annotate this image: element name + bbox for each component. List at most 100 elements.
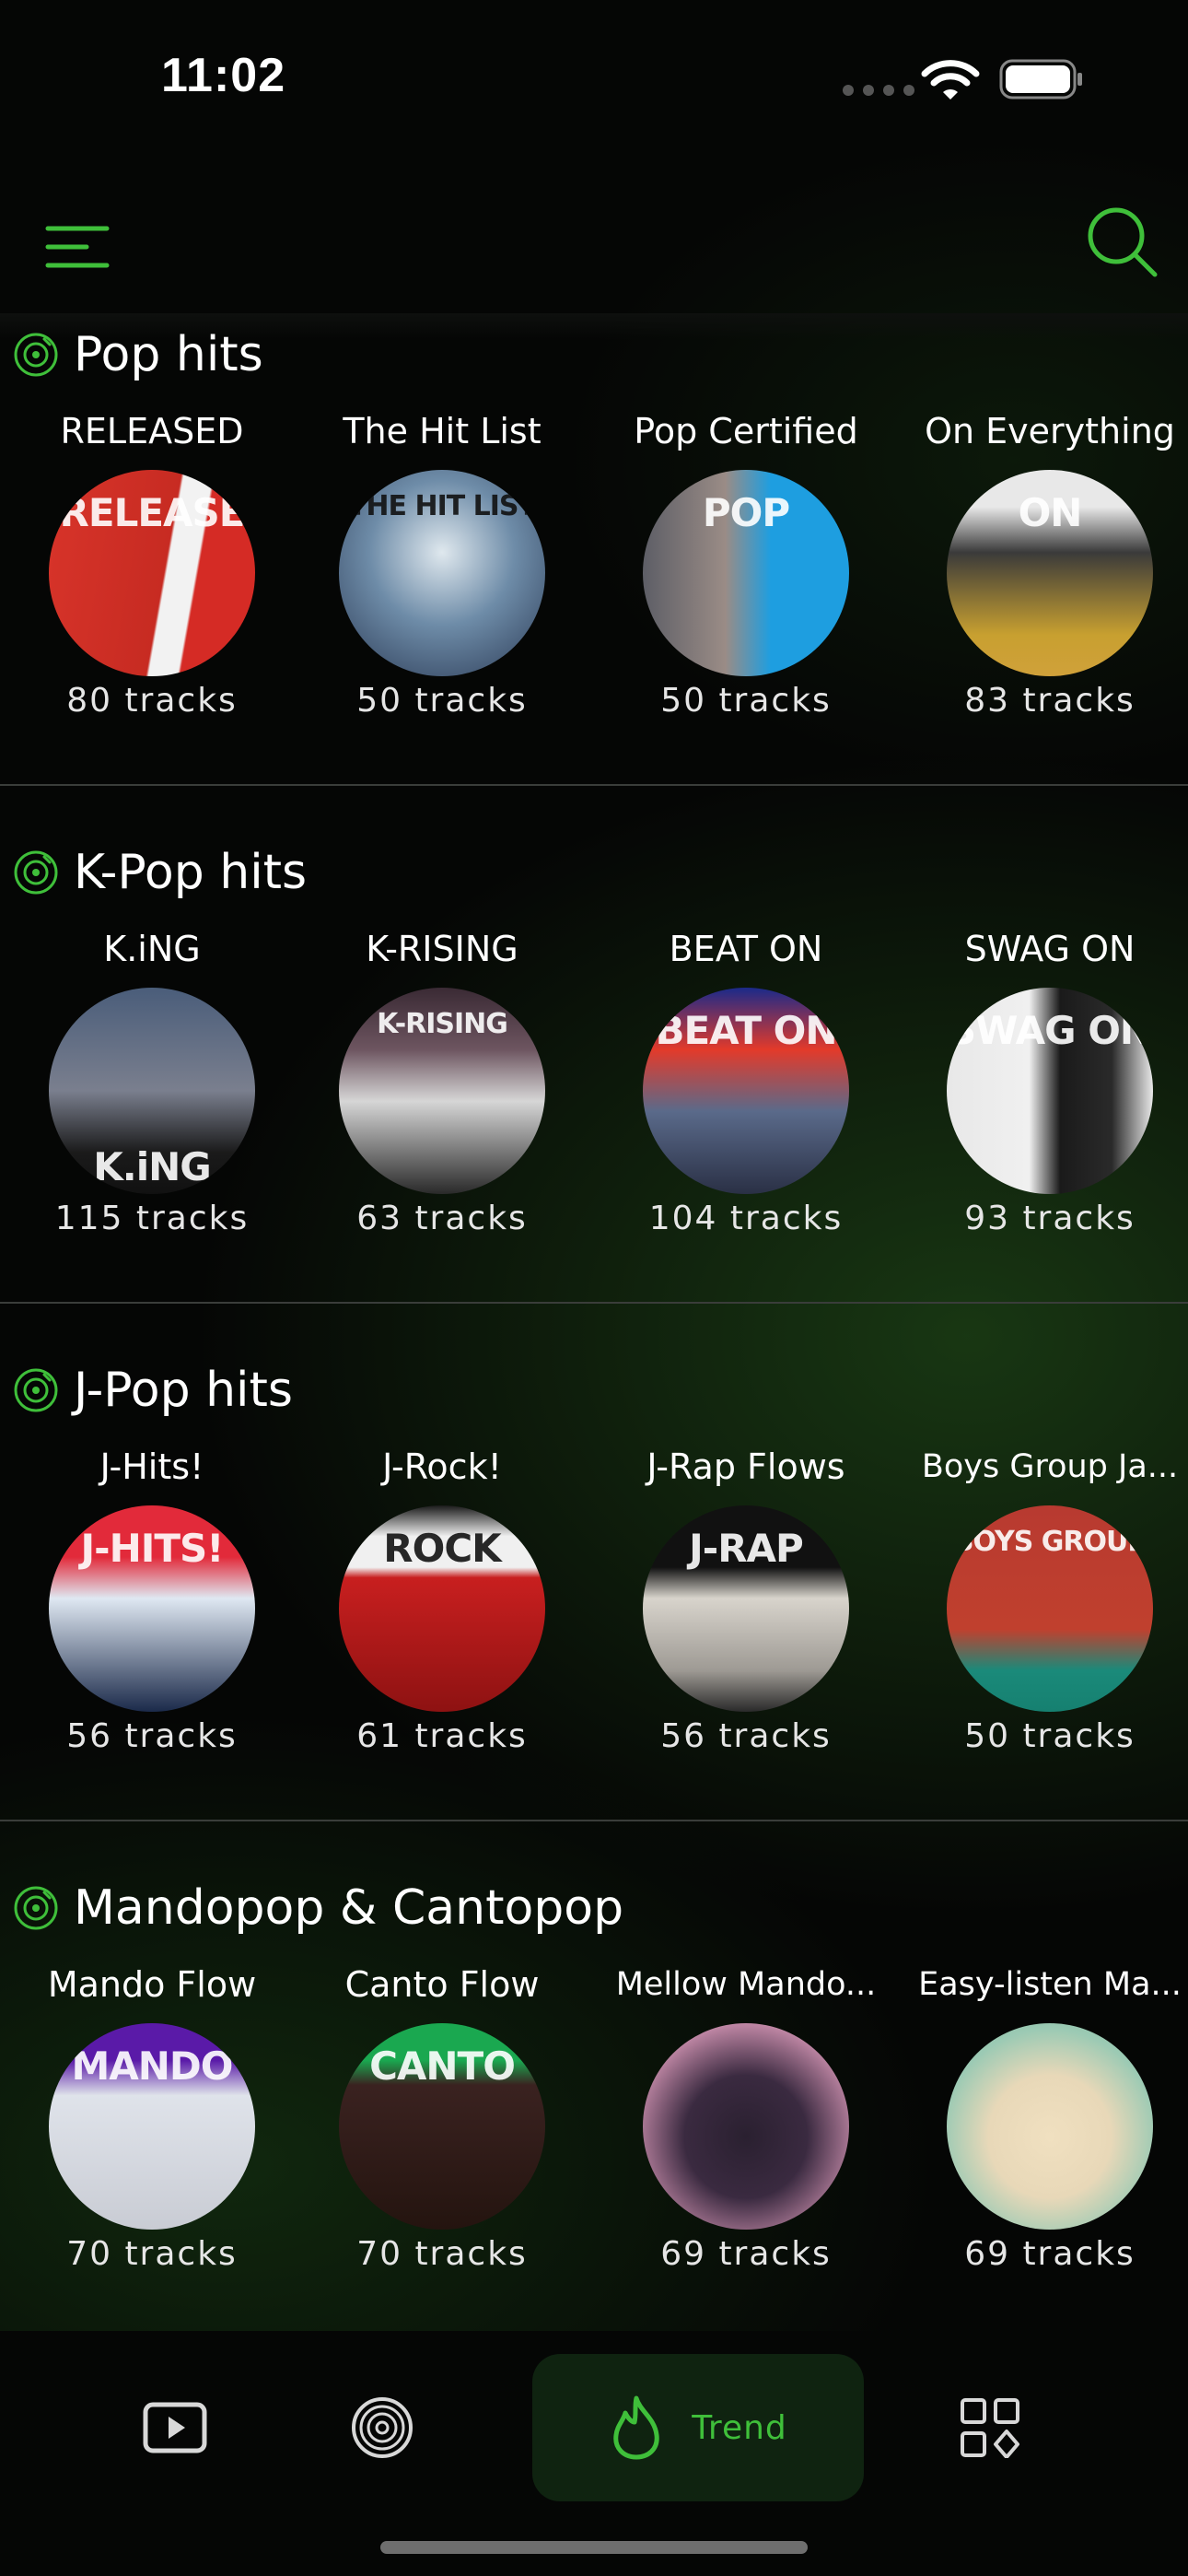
section-divider [0, 1302, 1188, 1304]
section-k-pop-hits: K-Pop hits K.iNG K.iNG 115 tracks K-RISING K-… [0, 831, 1188, 1349]
section-divider [0, 1820, 1188, 1821]
section-header: Mandopop & Cantopop [13, 1876, 623, 1940]
playlist-cover-image [643, 2023, 849, 2230]
playlist-name: Easy-listen Ma... [918, 1966, 1182, 2003]
playlist-cover-image: J-RAP [643, 1505, 849, 1712]
playlist-track-count: 83 tracks [964, 682, 1136, 720]
cover-art-lettering: J-HITS! [80, 1526, 225, 1571]
playlist-cover-image: K-RISING [339, 988, 545, 1194]
playlist-card[interactable]: J-Hits! J-HITS! 56 tracks [0, 1441, 304, 1755]
playlist-card[interactable]: SWAG ON SWAG ON 93 tracks [898, 923, 1188, 1237]
playlist-cover-image [947, 2023, 1153, 2230]
wifi-icon [921, 60, 980, 100]
playlist-card[interactable]: The Hit List THE HIT LIST 50 tracks [290, 405, 594, 720]
cover-art-lettering: J-RAP [689, 1526, 804, 1571]
playlist-cover-image: J-HITS! [49, 1505, 255, 1712]
section-header: K-Pop hits [13, 840, 307, 905]
playlist-name: K-RISING [366, 929, 518, 969]
playlist-card[interactable]: Boys Group Ja... BOYS GROUP 50 tracks [898, 1441, 1188, 1755]
playlist-cover-image: POP [643, 470, 849, 676]
playlist-cover-image: SWAG ON [947, 988, 1153, 1194]
playlist-cover-image: RELEASE [49, 470, 255, 676]
playlist-track-count: 50 tracks [356, 682, 528, 720]
menu-lines-icon[interactable] [44, 219, 111, 275]
playlist-cover-image: ON [947, 470, 1153, 676]
cover-art-lettering: K.iNG [93, 1144, 212, 1189]
flame-icon [613, 2395, 659, 2460]
playlist-cover-image: THE HIT LIST [339, 470, 545, 676]
cover-art-lettering: RELEASE [59, 490, 246, 535]
playlist-name: J-Rock! [382, 1446, 502, 1487]
playlist-cover-image: BOYS GROUP [947, 1505, 1153, 1712]
playlist-track-count: 115 tracks [54, 1200, 250, 1237]
playlist-card[interactable]: RELEASED RELEASE 80 tracks [0, 405, 304, 720]
playlist-track-count: 70 tracks [356, 2235, 528, 2273]
cover-art-lettering: SWAG ON [948, 1008, 1152, 1053]
playlist-name: BEAT ON [669, 929, 823, 969]
tab-trend-label: Trend [692, 2408, 787, 2447]
playlist-name: On Everything [925, 411, 1175, 451]
section-header: J-Pop hits [13, 1358, 293, 1423]
playlist-track-count: 56 tracks [66, 1717, 238, 1755]
playlist-card[interactable]: Mellow Mando... 69 tracks [594, 1959, 898, 2273]
playlist-cover-image: CANTO [339, 2023, 545, 2230]
top-app-bar [0, 184, 1188, 313]
playlist-cover-image: K.iNG [49, 988, 255, 1194]
playlist-card[interactable]: Easy-listen Ma... 69 tracks [898, 1959, 1188, 2273]
section-title: Pop hits [74, 327, 263, 382]
playlist-card[interactable]: J-Rock! ROCK 61 tracks [290, 1441, 594, 1755]
tab-videos[interactable] [129, 2354, 221, 2501]
playlist-cover-image: BEAT ON [643, 988, 849, 1194]
vinyl-disc-icon [14, 1886, 58, 1930]
section-title: J-Pop hits [74, 1363, 293, 1418]
vinyl-disc-icon [14, 850, 58, 895]
cellular-signal-icon [843, 85, 914, 96]
playlist-track-count: 80 tracks [66, 682, 238, 720]
playlist-card[interactable]: Canto Flow CANTO 70 tracks [290, 1959, 594, 2273]
playlist-track-count: 70 tracks [66, 2235, 238, 2273]
playlist-card[interactable]: K-RISING K-RISING 63 tracks [290, 923, 594, 1237]
cover-art-lettering: THE HIT LIST [347, 490, 537, 522]
section-pop-hits: Pop hits RELEASED RELEASE 80 tracks The Hit … [0, 313, 1188, 831]
playlist-track-count: 50 tracks [964, 1717, 1136, 1755]
tab-discs[interactable] [336, 2354, 428, 2501]
playlist-track-count: 93 tracks [964, 1200, 1136, 1237]
playlist-track-count: 69 tracks [660, 2235, 832, 2273]
playlist-name: Pop Certified [634, 411, 858, 451]
playlist-card[interactable]: BEAT ON BEAT ON 104 tracks [594, 923, 898, 1237]
playlist-name: The Hit List [343, 411, 542, 451]
playlist-card[interactable]: Pop Certified POP 50 tracks [594, 405, 898, 720]
grid-shapes-icon [961, 2398, 1019, 2458]
section-title: Mandopop & Cantopop [74, 1880, 624, 1936]
playlist-card[interactable]: J-Rap Flows J-RAP 56 tracks [594, 1441, 898, 1755]
cover-art-lettering: POP [702, 490, 790, 535]
battery-icon [999, 59, 1082, 100]
playlist-card[interactable]: On Everything ON 83 tracks [898, 405, 1188, 720]
playlist-name: Mellow Mando... [615, 1966, 877, 2003]
playlist-card[interactable]: Mando Flow MANDO 70 tracks [0, 1959, 304, 2273]
playlist-track-count: 56 tracks [660, 1717, 832, 1755]
cover-art-lettering: CANTO [369, 2043, 516, 2089]
vinyl-disc-icon [14, 1368, 58, 1412]
section-mandopop-cantopop: Mandopop & Cantopop Mando Flow MANDO 70 tra… [0, 1867, 1188, 2384]
bottom-navigation: Trend [0, 2331, 1188, 2576]
cover-art-lettering: BEAT ON [655, 1008, 837, 1053]
tab-trend[interactable]: Trend [532, 2354, 864, 2501]
vinyl-disc-icon [14, 333, 58, 377]
tab-more[interactable] [944, 2354, 1036, 2501]
cover-art-lettering: BOYS GROUP [952, 1526, 1148, 1558]
playlist-track-count: 61 tracks [356, 1717, 528, 1755]
playlist-name: J-Rap Flows [646, 1446, 845, 1487]
playlist-name: Canto Flow [344, 1964, 540, 2005]
playlist-name: K.iNG [103, 929, 201, 969]
section-divider [0, 784, 1188, 786]
home-indicator[interactable] [380, 2541, 808, 2554]
playlist-name: J-Hits! [99, 1446, 204, 1487]
playlist-card[interactable]: K.iNG K.iNG 115 tracks [0, 923, 304, 1237]
playlist-name: Mando Flow [47, 1964, 257, 2005]
cover-art-lettering: ROCK [383, 1526, 501, 1571]
playlist-track-count: 104 tracks [648, 1200, 844, 1237]
playlist-name: RELEASED [60, 411, 244, 451]
search-icon[interactable] [1085, 205, 1159, 278]
status-bar: 11:02 [0, 0, 1188, 157]
